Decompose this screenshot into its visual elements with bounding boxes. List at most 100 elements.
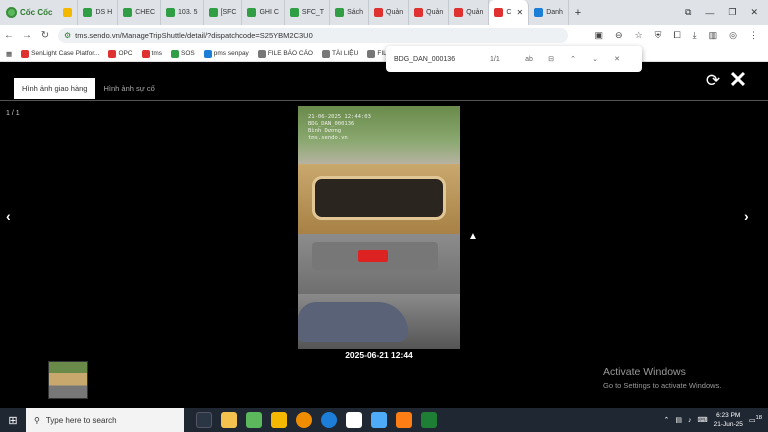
site-info-icon[interactable]: ⚙ bbox=[64, 31, 71, 40]
tab-favicon-icon bbox=[166, 8, 176, 17]
browser-tab[interactable]: Danh bbox=[529, 0, 569, 25]
close-window-icon[interactable]: ✕ bbox=[750, 7, 758, 18]
tab-favicon-icon bbox=[534, 8, 544, 17]
page-icon[interactable]: ▣ bbox=[595, 30, 604, 41]
tab-label: [SFC bbox=[220, 9, 237, 16]
notepad-icon[interactable] bbox=[371, 412, 387, 428]
profile-icon[interactable]: ◎ bbox=[729, 30, 737, 41]
app-icon[interactable] bbox=[296, 412, 312, 428]
tab-label: C bbox=[506, 9, 512, 16]
tab-drive[interactable] bbox=[58, 0, 79, 25]
browser-tab[interactable]: 103. 5 bbox=[161, 0, 204, 25]
find-close-icon[interactable]: ✕ bbox=[606, 55, 628, 63]
search-icon: ⚲ bbox=[34, 415, 40, 425]
bookmark-label: SenLight Case Platfor... bbox=[31, 50, 100, 57]
chat-app-icon[interactable] bbox=[346, 412, 362, 428]
browser-tab[interactable]: Quản bbox=[409, 0, 450, 25]
back-icon[interactable]: ← bbox=[0, 30, 18, 41]
photo-thumbnail[interactable] bbox=[48, 361, 88, 399]
browser-tab[interactable]: SFC_T bbox=[285, 0, 331, 25]
browser-tab[interactable]: Quản bbox=[369, 0, 410, 25]
find-input[interactable]: BDG_DAN_000136 bbox=[394, 56, 490, 63]
bookmark-item[interactable]: SenLight Case Platfor... bbox=[21, 49, 100, 58]
bookmark-item[interactable]: tms bbox=[141, 49, 162, 58]
clock-date: 21-Jun-25 bbox=[713, 421, 743, 428]
browser-tab[interactable]: GHI C bbox=[242, 0, 285, 25]
tab-label: SFC_T bbox=[301, 9, 325, 16]
download-icon[interactable]: ⤓ bbox=[693, 30, 697, 41]
extensions-icon[interactable]: ⧠ bbox=[673, 30, 680, 41]
bookmark-icon bbox=[203, 49, 212, 58]
windows-start-icon[interactable]: ⊞ bbox=[0, 414, 26, 427]
excel-icon[interactable] bbox=[421, 412, 437, 428]
browser-tab[interactable]: Sách bbox=[330, 0, 370, 25]
tab-favicon-icon bbox=[374, 8, 384, 17]
bookmark-item[interactable]: TÀI LIỆU bbox=[321, 49, 358, 58]
drive-icon bbox=[63, 8, 73, 17]
tab-search-icon[interactable]: ⧉ bbox=[685, 7, 691, 18]
system-tray: ⌃ ▤ ♪ ⌨ 6:23 PM 21-Jun-25 ▭18 bbox=[664, 408, 768, 432]
bookmark-item[interactable]: OPC bbox=[108, 49, 133, 58]
bookmark-item[interactable]: pms senpay bbox=[203, 49, 249, 58]
browser-tab[interactable]: DS H bbox=[78, 0, 119, 25]
watermark-title: Activate Windows bbox=[603, 366, 686, 378]
network-icon[interactable]: ▤ bbox=[675, 416, 682, 424]
tab-favicon-icon bbox=[247, 8, 257, 17]
minimize-icon[interactable]: — bbox=[705, 8, 714, 18]
whole-word-icon[interactable]: ⊟ bbox=[540, 55, 562, 63]
edge-icon[interactable] bbox=[321, 412, 337, 428]
taskbar-clock[interactable]: 6:23 PM 21-Jun-25 bbox=[714, 411, 743, 429]
find-next-icon[interactable]: ⌄ bbox=[584, 55, 606, 63]
tab-delivery-images[interactable]: Hình ảnh giao hàng bbox=[14, 78, 96, 99]
volume-icon[interactable]: ♪ bbox=[688, 417, 692, 424]
star-icon[interactable]: ☆ bbox=[635, 30, 643, 41]
close-tab-icon[interactable]: ✕ bbox=[516, 8, 523, 17]
bookmark-item[interactable]: SOS bbox=[171, 49, 195, 58]
notifications-icon[interactable]: ▭18 bbox=[749, 415, 762, 424]
close-viewer-icon[interactable]: ✕ bbox=[728, 69, 748, 91]
tab-incident-images[interactable]: Hình ảnh sự cố bbox=[95, 78, 162, 99]
image-counter: 1 / 1 bbox=[6, 110, 20, 117]
browser-tab[interactable]: C ✕ bbox=[489, 0, 530, 25]
viewer-tabs: Hình ảnh giao hàng Hình ảnh sự cố bbox=[14, 78, 163, 99]
find-prev-icon[interactable]: ⌃ bbox=[562, 55, 584, 63]
rotate-icon[interactable]: ⟳ bbox=[704, 72, 722, 90]
new-tab-button[interactable]: + bbox=[569, 7, 587, 19]
apps-icon[interactable]: ▦ bbox=[6, 50, 12, 58]
coccoc-logo[interactable]: Cốc Cốc bbox=[0, 0, 58, 25]
photo-leg bbox=[298, 302, 408, 342]
forward-icon[interactable]: → bbox=[18, 30, 36, 41]
tab-favicon-icon bbox=[414, 8, 424, 17]
next-image-icon[interactable]: › bbox=[744, 208, 749, 224]
prev-image-icon[interactable]: ‹ bbox=[6, 208, 11, 224]
mouse-cursor-icon: ▲ bbox=[468, 231, 478, 242]
menu-icon[interactable]: ⋮ bbox=[749, 30, 758, 41]
task-view-icon[interactable] bbox=[196, 412, 212, 428]
language-icon[interactable]: ⌨ bbox=[698, 416, 708, 424]
reload-page-icon[interactable]: ↻ bbox=[36, 30, 54, 41]
sticky-notes-icon[interactable] bbox=[271, 412, 287, 428]
file-explorer-icon[interactable] bbox=[221, 412, 237, 428]
sublime-icon[interactable] bbox=[396, 412, 412, 428]
browser-tab[interactable]: CHEC bbox=[118, 0, 162, 25]
delivery-photo: 21-06-2025 12:44:03 BDG_DAN_000136 Bình Dư… bbox=[298, 106, 460, 349]
restore-icon[interactable]: ❐ bbox=[728, 7, 736, 18]
tab-favicon-icon bbox=[208, 8, 218, 17]
bookmark-icon bbox=[367, 49, 376, 58]
taskbar-search[interactable]: ⚲ Type here to search bbox=[26, 408, 184, 432]
match-case-button[interactable]: ab bbox=[518, 56, 540, 63]
tray-expand-icon[interactable]: ⌃ bbox=[664, 416, 670, 424]
coccoc-taskbar-icon[interactable] bbox=[246, 412, 262, 428]
browser-tab[interactable]: [SFC bbox=[204, 0, 243, 25]
url-input[interactable]: ⚙ tms.sendo.vn/ManageTripShuttle/detail/… bbox=[58, 28, 568, 43]
shield-icon[interactable]: ⛨ bbox=[655, 30, 662, 41]
bookmark-item[interactable]: FIL bbox=[367, 49, 387, 58]
bookmark-icon bbox=[108, 49, 117, 58]
stamp-line: 21-06-2025 12:44:03 bbox=[308, 114, 371, 120]
divider bbox=[0, 100, 768, 101]
zoom-icon[interactable]: ⊖ bbox=[615, 30, 623, 41]
sidebar-icon[interactable]: ▥ bbox=[709, 30, 718, 41]
browser-tab[interactable]: Quản bbox=[449, 0, 490, 25]
bookmark-item[interactable]: FILE BÁO CÁO bbox=[257, 49, 313, 58]
bookmark-label: pms senpay bbox=[213, 50, 249, 57]
